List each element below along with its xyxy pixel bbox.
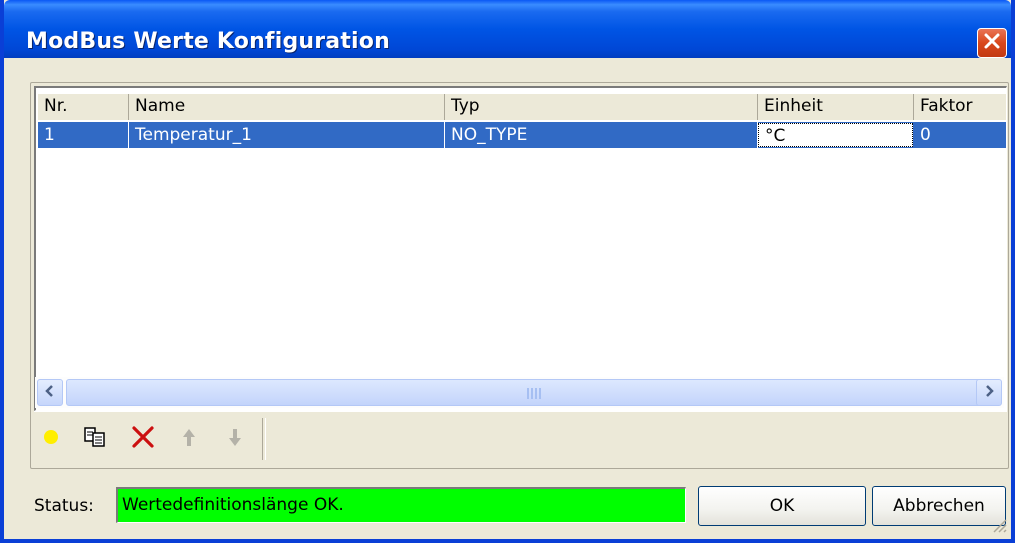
toolbar-separator bbox=[262, 418, 266, 460]
column-header-typ[interactable]: Typ bbox=[445, 94, 758, 120]
chevron-right-icon bbox=[983, 383, 995, 402]
close-button[interactable] bbox=[977, 28, 1007, 58]
delete-icon bbox=[131, 425, 155, 453]
list-header: Nr. Name Typ Einheit Faktor bbox=[38, 94, 1006, 120]
window-title: ModBus Werte Konfiguration bbox=[26, 29, 390, 54]
cancel-button[interactable]: Abbrechen bbox=[872, 486, 1006, 526]
copy-icon bbox=[83, 426, 107, 452]
scroll-thumb[interactable] bbox=[66, 379, 994, 406]
scroll-right-button[interactable] bbox=[976, 379, 1002, 406]
status-label: Status: bbox=[34, 496, 94, 516]
cell-typ[interactable]: NO_TYPE bbox=[445, 122, 758, 148]
close-icon bbox=[982, 31, 1002, 55]
status-field: Wertedefinitionslänge OK. bbox=[116, 487, 686, 523]
move-down-button[interactable] bbox=[218, 422, 252, 456]
cell-einheit-editor[interactable]: °C bbox=[758, 123, 913, 147]
move-down-icon bbox=[224, 426, 246, 452]
chevron-left-icon bbox=[44, 383, 56, 402]
move-up-button[interactable] bbox=[172, 422, 206, 456]
move-up-icon bbox=[178, 426, 200, 452]
column-header-nr[interactable]: Nr. bbox=[38, 94, 129, 120]
resize-grip-icon[interactable] bbox=[989, 515, 1007, 533]
delete-value-button[interactable] bbox=[126, 422, 160, 456]
column-header-name[interactable]: Name bbox=[129, 94, 445, 120]
table-row[interactable]: 1 Temperatur_1 NO_TYPE °C 0 bbox=[38, 122, 1006, 148]
thumb-grip-icon bbox=[527, 388, 541, 399]
ok-button[interactable]: OK bbox=[698, 486, 866, 526]
cell-faktor[interactable]: 0 bbox=[914, 122, 1006, 148]
values-list[interactable]: Nr. Name Typ Einheit Faktor 1 Temperatur… bbox=[34, 86, 1007, 411]
cell-name[interactable]: Temperatur_1 bbox=[129, 122, 445, 148]
list-toolbar bbox=[34, 411, 1007, 466]
copy-value-button[interactable] bbox=[78, 422, 112, 456]
column-header-einheit[interactable]: Einheit bbox=[758, 94, 914, 120]
add-circle-icon bbox=[42, 428, 60, 450]
horizontal-scrollbar[interactable] bbox=[35, 377, 1004, 408]
cell-nr[interactable]: 1 bbox=[38, 122, 129, 148]
scroll-left-button[interactable] bbox=[37, 379, 63, 406]
title-bar[interactable]: ModBus Werte Konfiguration bbox=[4, 0, 1011, 58]
add-value-button[interactable] bbox=[34, 422, 68, 456]
column-header-faktor[interactable]: Faktor bbox=[914, 94, 1006, 120]
dialog-window: ModBus Werte Konfiguration Nr. Name Typ … bbox=[0, 0, 1015, 543]
